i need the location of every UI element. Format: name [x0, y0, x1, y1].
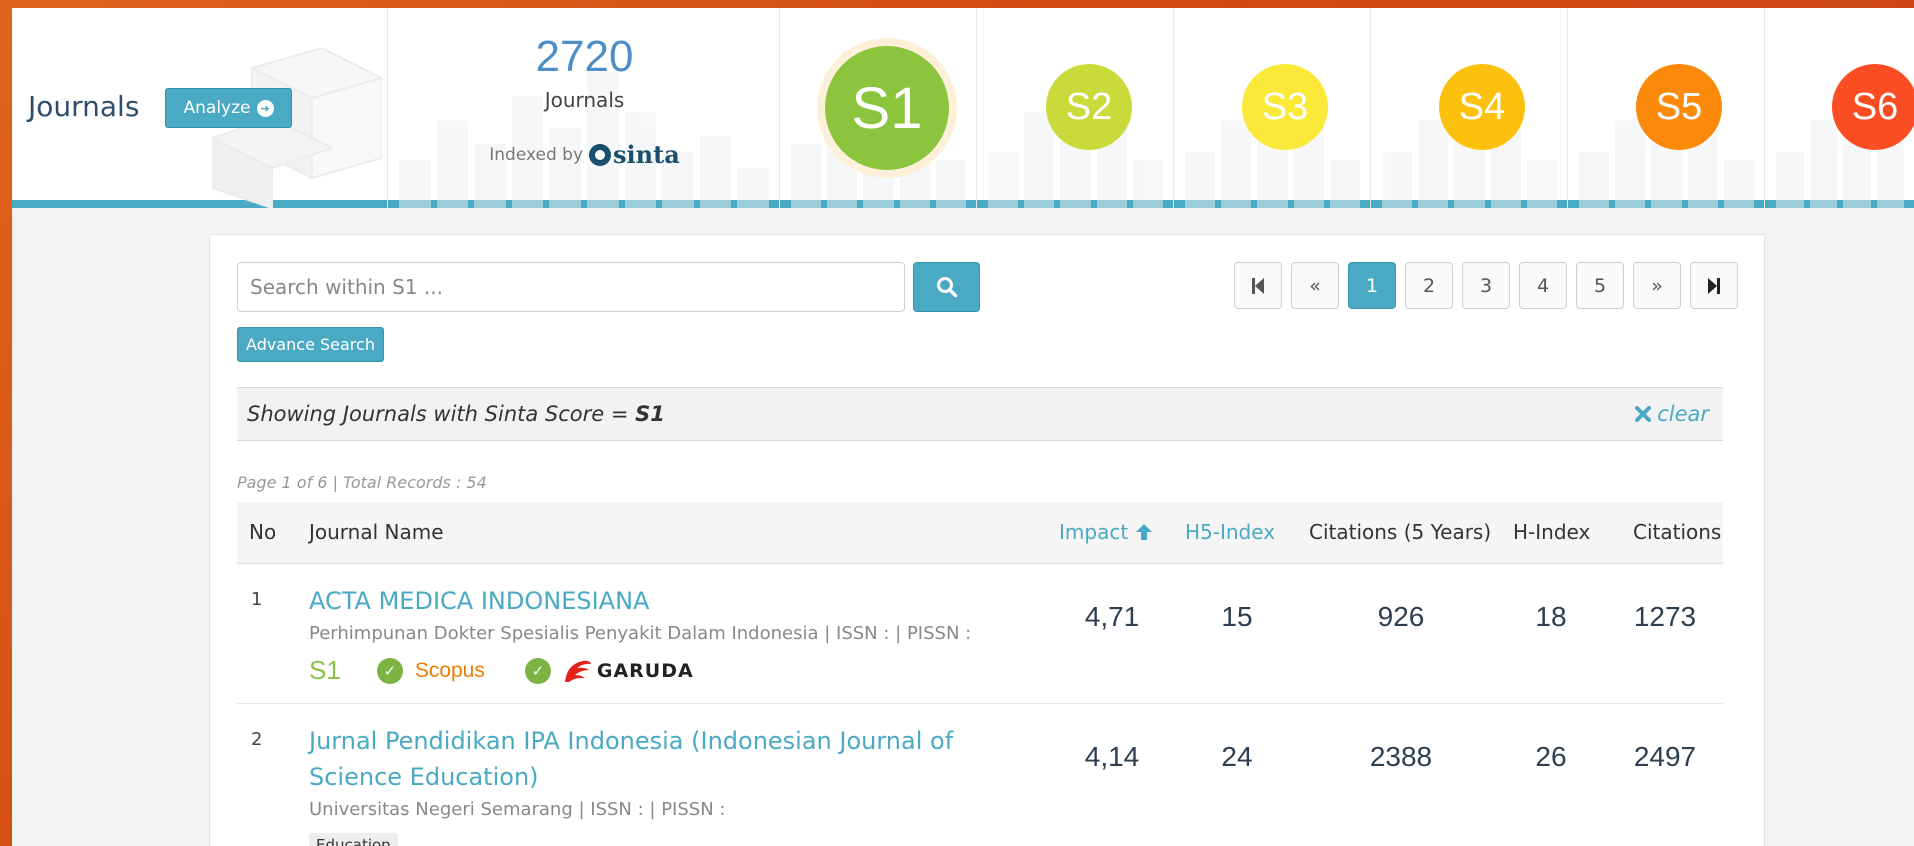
- grade-s3-tile[interactable]: S3: [1175, 8, 1371, 208]
- filter-prefix: Showing Journals with Sinta Score =: [247, 402, 636, 426]
- filter-bar: Showing Journals with Sinta Score = S1 c…: [237, 387, 1723, 441]
- last-page-button[interactable]: [1690, 262, 1738, 309]
- clear-label: clear: [1657, 402, 1709, 426]
- page-info: Page 1 of 6 | Total Records : 54: [237, 473, 487, 492]
- first-page-icon: [1252, 277, 1264, 294]
- close-icon: [1635, 406, 1652, 422]
- col-impact-sort[interactable]: Impact: [1059, 520, 1153, 544]
- cubes-decoration-icon: [212, 48, 382, 208]
- check-circle-icon: ✓: [376, 657, 403, 684]
- journal-count-block: 2720 Journals Indexed by sinta: [389, 8, 780, 208]
- grade-s4-badge: S4: [1439, 64, 1525, 150]
- grade-s6-badge: S6: [1832, 64, 1914, 150]
- page-button-3[interactable]: 3: [1462, 262, 1510, 309]
- page-button-2[interactable]: 2: [1405, 262, 1453, 309]
- journal-list-panel: Advance Search « 1 2 3 4 5 » Showing Jou: [209, 234, 1765, 846]
- analyze-button[interactable]: Analyze ➜: [165, 88, 292, 128]
- arrow-right-circle-icon: ➜: [256, 99, 274, 117]
- table-row: 1 ACTA MEDICA INDONESIANA Perhimpunan Do…: [237, 565, 1723, 704]
- grade-s5-tile[interactable]: S5: [1569, 8, 1765, 208]
- citations-value: 1273: [1633, 601, 1697, 632]
- arrow-up-icon: [1135, 524, 1152, 540]
- filter-description: Showing Journals with Sinta Score = S1: [247, 402, 665, 426]
- h5-index-value: 24: [1221, 741, 1253, 772]
- double-chevron-left-icon: «: [1309, 274, 1321, 297]
- row-number: 2: [251, 729, 263, 750]
- next-page-button[interactable]: »: [1633, 262, 1681, 309]
- scopus-logo[interactable]: Scopus: [415, 659, 485, 683]
- col-no: No: [249, 520, 277, 544]
- garuda-label: GARUDA: [596, 659, 694, 682]
- table-row: 2 Jurnal Pendidikan IPA Indonesia (Indon…: [237, 705, 1723, 846]
- grade-tag: S1: [309, 655, 341, 685]
- page-button-4[interactable]: 4: [1519, 262, 1567, 309]
- citations-value: 2497: [1633, 741, 1697, 772]
- page-title: Journals: [28, 90, 140, 123]
- header-title-block: Journals Analyze ➜: [12, 8, 388, 208]
- citations-5-years-value: 2388: [1369, 741, 1433, 772]
- h5-index-value: 15: [1221, 601, 1253, 632]
- col-impact: Impact: [1059, 520, 1129, 544]
- garuda-bird-icon: [564, 660, 591, 682]
- indexed-by: Indexed by sinta: [389, 140, 779, 169]
- impact-value: 4,14: [1084, 741, 1140, 772]
- publisher-info: Perhimpunan Dokter Spesialis Penyakit Da…: [309, 623, 972, 644]
- h-index-value: 18: [1535, 601, 1567, 632]
- analyze-label: Analyze: [183, 98, 251, 118]
- accreditation-badges: S1 ✓ Scopus ✓ GARUDA: [309, 655, 694, 686]
- table-header: No Journal Name Impact H5-Index Citation…: [237, 502, 1723, 564]
- journals-header: Journals Analyze ➜ 2720 Journals Indexed…: [12, 8, 1914, 208]
- sinta-logo-icon: [589, 143, 612, 166]
- journal-count: 2720: [535, 32, 634, 81]
- first-page-button[interactable]: [1234, 262, 1282, 309]
- citations-5-years-value: 926: [1377, 601, 1425, 632]
- impact-value: 4,71: [1084, 601, 1140, 632]
- journal-name-link[interactable]: Jurnal Pendidikan IPA Indonesia (Indones…: [309, 723, 1029, 795]
- sinta-logo[interactable]: sinta: [589, 140, 680, 169]
- grade-s5-badge: S5: [1636, 64, 1722, 150]
- indexed-by-label: Indexed by: [489, 144, 584, 165]
- grade-s6-tile[interactable]: S6: [1766, 8, 1914, 208]
- grade-s4-tile[interactable]: S4: [1372, 8, 1568, 208]
- double-chevron-right-icon: »: [1651, 274, 1663, 297]
- filter-value: S1: [635, 402, 665, 426]
- publisher-info: Universitas Negeri Semarang | ISSN : | P…: [309, 799, 726, 820]
- journal-count-label: Journals: [544, 88, 625, 112]
- col-h5-index[interactable]: H5-Index: [1185, 520, 1275, 544]
- col-journal-name: Journal Name: [309, 520, 444, 544]
- journal-name-link[interactable]: ACTA MEDICA INDONESIANA: [309, 583, 1029, 619]
- search-button[interactable]: [913, 262, 980, 312]
- h-index-value: 26: [1535, 741, 1567, 772]
- page-button-1[interactable]: 1: [1348, 262, 1396, 309]
- check-circle-icon: ✓: [524, 657, 551, 684]
- page-button-5[interactable]: 5: [1576, 262, 1624, 309]
- sinta-logo-text: sinta: [613, 140, 680, 169]
- subject-tag[interactable]: Education: [309, 833, 398, 846]
- clear-filter-link[interactable]: clear: [1635, 402, 1709, 426]
- search-input[interactable]: [237, 262, 905, 312]
- col-h-index: H-Index: [1513, 520, 1591, 544]
- row-number: 1: [251, 589, 263, 610]
- grade-s2-tile[interactable]: S2: [978, 8, 1174, 208]
- pagination: « 1 2 3 4 5 »: [1234, 262, 1738, 309]
- advance-search-button[interactable]: Advance Search: [237, 327, 384, 362]
- page-frame: Journals Analyze ➜ 2720 Journals Indexed…: [12, 8, 1914, 846]
- search-icon: [936, 277, 957, 298]
- col-citations-5-years: Citations (5 Years): [1309, 520, 1492, 544]
- grade-s1-badge: S1: [825, 46, 949, 170]
- col-citations: Citations: [1633, 520, 1722, 544]
- garuda-logo[interactable]: GARUDA: [563, 658, 694, 684]
- prev-page-button[interactable]: «: [1291, 262, 1339, 309]
- grade-s3-badge: S3: [1242, 64, 1328, 150]
- grade-s2-badge: S2: [1046, 64, 1132, 150]
- last-page-icon: [1708, 277, 1720, 294]
- grade-s1-tile[interactable]: S1: [781, 8, 977, 208]
